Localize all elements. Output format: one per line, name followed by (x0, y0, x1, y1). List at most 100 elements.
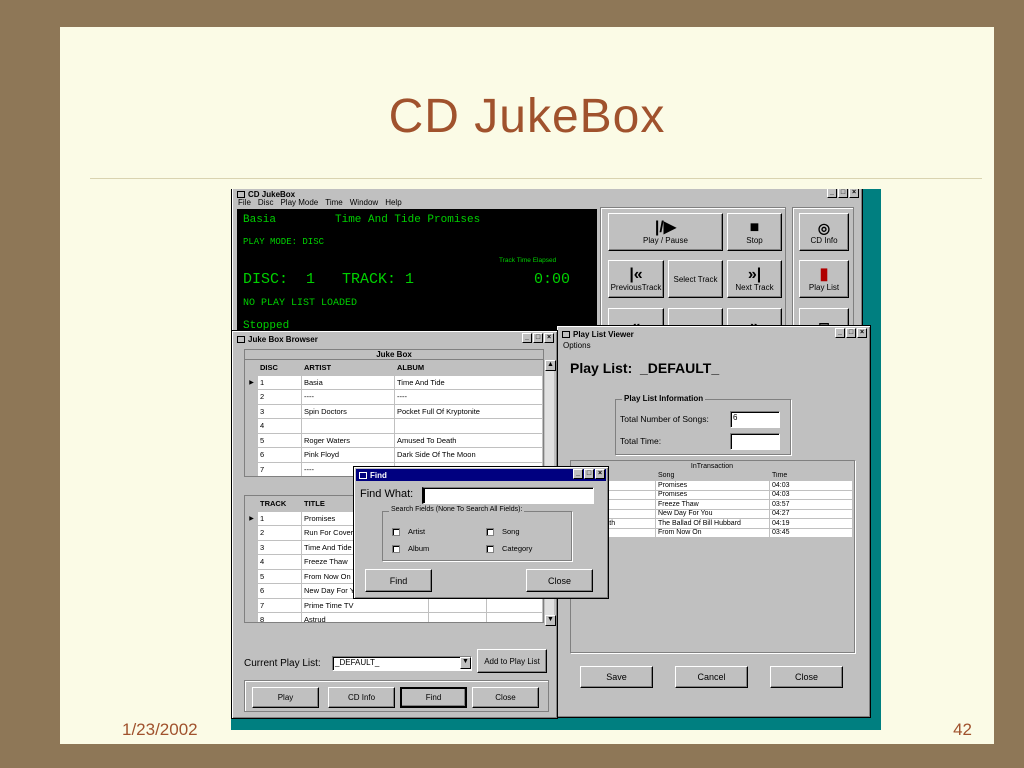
find-what-input[interactable] (422, 487, 594, 504)
select-track-button[interactable]: Select Track (668, 260, 723, 298)
checkbox-box[interactable] (392, 528, 400, 537)
maximize-button[interactable]: □ (533, 333, 543, 343)
close-button[interactable]: × (544, 333, 554, 343)
checkbox-box[interactable] (486, 528, 494, 537)
previous-track-label: PreviousTrack (610, 282, 662, 292)
menu-time[interactable]: Time (325, 198, 342, 207)
disc-row[interactable]: 4 (245, 418, 543, 434)
album-checkbox[interactable]: Album (392, 544, 430, 554)
add-to-play-list-button[interactable]: Add to Play List (477, 649, 547, 673)
row-header[interactable] (245, 403, 258, 419)
play-list-row-cell: 04:19 (769, 518, 853, 529)
disc-row-cell: 1 (257, 374, 302, 390)
stop-button[interactable]: ■ Stop (727, 213, 782, 251)
row-header[interactable] (246, 477, 258, 478)
row-header[interactable] (245, 583, 258, 599)
close-button[interactable]: × (849, 189, 859, 198)
browser-play-button[interactable]: Play (252, 687, 319, 708)
play-list-row[interactable]: And TideFrom Now On03:45 (571, 527, 853, 537)
play-list-row[interactable]: sed To DeathThe Ballad Of Bill Hubbard04… (571, 518, 853, 529)
row-header[interactable] (245, 432, 258, 448)
maximize-button[interactable]: □ (846, 328, 856, 338)
row-header[interactable] (245, 418, 258, 434)
disc-row-cell: 8 (258, 477, 302, 478)
play-pause-icon: |/▶ (654, 218, 677, 236)
play-list-row[interactable]: And TideFreeze Thaw03:57 (571, 499, 853, 510)
disc-row[interactable]: 2 ---- ---- (245, 389, 543, 405)
find-close-button[interactable]: Close (526, 569, 593, 592)
play-list-row[interactable]: And TidePromises04:03 (571, 480, 853, 491)
category-checkbox[interactable]: Category (486, 544, 532, 554)
current-row-arrow-icon[interactable]: ▶ (245, 374, 258, 390)
browser-close-button[interactable]: Close (472, 687, 539, 708)
cancel-button[interactable]: Cancel (675, 666, 748, 688)
plv-close-button[interactable]: Close (770, 666, 843, 688)
browser-cd-info-button[interactable]: CD Info (328, 687, 395, 708)
menu-window[interactable]: Window (350, 198, 378, 207)
row-header[interactable] (245, 568, 258, 584)
menu-help[interactable]: Help (385, 198, 401, 207)
row-header[interactable] (245, 612, 258, 622)
row-header[interactable] (245, 554, 258, 570)
row-header[interactable] (245, 539, 258, 555)
disc-row[interactable]: 6 Pink Floyd Dark Side Of The Moon (245, 447, 543, 463)
total-time-field[interactable] (730, 433, 780, 450)
plv-rows: And TidePromises04:03And TidePromises04:… (571, 480, 853, 537)
close-button[interactable]: × (857, 328, 867, 338)
current-play-list-select[interactable]: _DEFAULT_ ▼ (332, 656, 472, 671)
lcd-artist: Basia (243, 214, 277, 226)
scroll-down-arrow-icon[interactable]: ▼ (545, 615, 556, 626)
song-checkbox[interactable]: Song (486, 527, 520, 537)
disc-row[interactable]: 3 Spin Doctors Pocket Full Of Kryptonite (245, 403, 543, 419)
minimize-button[interactable]: _ (522, 333, 532, 343)
slide: CD JukeBox CD JukeBox _ □ × File Disc Pl… (60, 27, 994, 744)
next-track-button[interactable]: »| Next Track (727, 260, 782, 298)
find-submit-button[interactable]: Find (365, 569, 432, 592)
menu-play-mode[interactable]: Play Mode (280, 198, 318, 207)
disc-row-cell: Amused To Death (394, 432, 543, 448)
dropdown-arrow-icon[interactable]: ▼ (460, 657, 471, 669)
current-row-arrow-icon[interactable]: ▶ (245, 510, 258, 526)
album-checkbox-label: Album (408, 544, 430, 553)
play-list-row[interactable]: And TideNew Day For You04:27 (571, 508, 853, 519)
menu-options[interactable]: Options (563, 341, 591, 350)
track-row-cell: 6 (257, 583, 302, 599)
play-pause-button[interactable]: |/▶ Play / Pause (608, 213, 723, 251)
row-header[interactable] (245, 597, 258, 613)
menu-disc[interactable]: Disc (258, 198, 274, 207)
previous-track-button[interactable]: |« PreviousTrack (608, 260, 664, 298)
disc-row[interactable]: 5 Roger Waters Amused To Death (245, 432, 543, 448)
row-header[interactable] (245, 525, 258, 541)
checkbox-box[interactable] (486, 545, 494, 554)
menu-file[interactable]: File (238, 198, 251, 207)
play-list-row[interactable]: And TidePromises04:03 (571, 489, 853, 500)
maximize-button[interactable]: □ (584, 469, 594, 479)
row-header[interactable] (245, 461, 258, 476)
browser-find-button[interactable]: Find (400, 687, 467, 708)
minimize-button[interactable]: _ (835, 328, 845, 338)
play-list-label: Play List (808, 282, 840, 292)
row-header[interactable] (245, 447, 258, 463)
save-button[interactable]: Save (580, 666, 653, 688)
checkbox-box[interactable] (392, 545, 400, 554)
total-songs-field[interactable]: 6 (730, 411, 780, 428)
disc-grid[interactable]: Juke Box DISC ARTIST ALBUM ▶ 1 Basia Time A… (244, 349, 544, 477)
cd-info-button[interactable]: ◎ CD Info (799, 213, 849, 251)
scroll-up-arrow-icon[interactable]: ▲ (545, 360, 556, 371)
maximize-button[interactable]: □ (838, 189, 848, 198)
minimize-button[interactable]: _ (827, 189, 837, 198)
close-button[interactable]: × (595, 469, 605, 479)
row-header[interactable] (245, 389, 258, 405)
track-row-cell: 3 (257, 539, 302, 555)
artist-checkbox[interactable]: Artist (392, 527, 425, 537)
minimize-button[interactable]: _ (573, 469, 583, 479)
plv-header-row: n Song Time (571, 470, 853, 481)
disc-row-cell: Time And Tide (394, 374, 543, 390)
play-list-button[interactable]: ▮ Play List (799, 260, 849, 298)
play-list-grid[interactable]: InTransaction n Song Time And TidePromis… (571, 461, 853, 537)
plv-window-controls: _ □ × (835, 328, 867, 338)
track-row[interactable]: 7 Prime Time TV (245, 597, 543, 613)
track-row[interactable]: 8 Astrud (245, 612, 543, 622)
slide-date: 1/23/2002 (122, 720, 198, 739)
disc-row[interactable]: ▶ 1 Basia Time And Tide (245, 374, 543, 390)
